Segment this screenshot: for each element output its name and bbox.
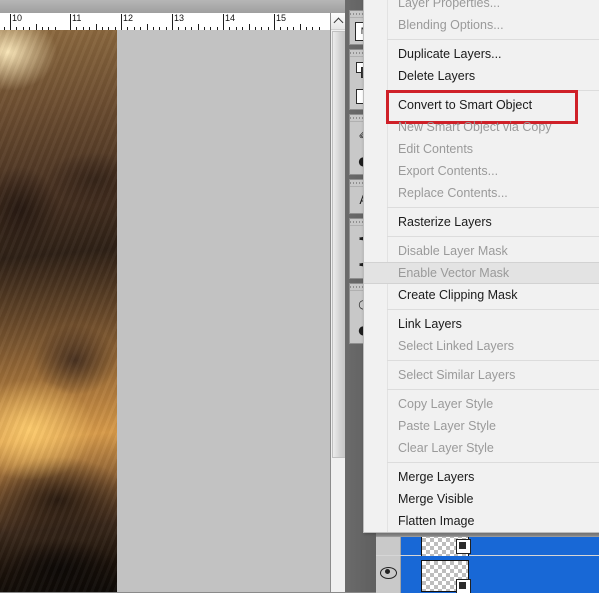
- menu-separator: [387, 309, 599, 310]
- menu-item-layer-properties[interactable]: Layer Properties...: [364, 0, 599, 14]
- menu-item-merge-visible[interactable]: Merge Visible: [364, 488, 599, 510]
- menu-item-select-similar-layers[interactable]: Select Similar Layers: [364, 364, 599, 386]
- menu-item-select-linked-layers[interactable]: Select Linked Layers: [364, 335, 599, 357]
- menu-separator: [387, 90, 599, 91]
- menu-item-merge-layers[interactable]: Merge Layers: [364, 466, 599, 488]
- ruler-major-tick: [223, 14, 224, 30]
- vector-mask-badge-icon: [456, 579, 471, 593]
- menu-separator: [387, 236, 599, 237]
- ruler-major-tick: [172, 14, 173, 30]
- canvas-area[interactable]: [0, 30, 330, 592]
- document-titlebar: [0, 0, 345, 14]
- menu-item-duplicate-layers[interactable]: Duplicate Layers...: [364, 43, 599, 65]
- layer-row[interactable]: wing三联网-SLIAN.COM: [376, 556, 599, 593]
- ruler-major-tick: [121, 14, 122, 30]
- ruler-label: 14: [225, 13, 235, 23]
- menu-item-new-smart-object-via-copy[interactable]: New Smart Object via Copy: [364, 116, 599, 138]
- menu-item-edit-contents[interactable]: Edit Contents: [364, 138, 599, 160]
- menu-item-link-layers[interactable]: Link Layers: [364, 313, 599, 335]
- ruler-major-tick: [70, 14, 71, 30]
- menu-separator: [387, 39, 599, 40]
- photoshop-window: 101112131415 M✐●A✒✒◑◐: [0, 0, 599, 592]
- ruler-major-tick: [274, 14, 275, 30]
- menu-item-enable-vector-mask[interactable]: Enable Vector Mask: [364, 262, 599, 284]
- scroll-up-button[interactable]: [331, 13, 346, 30]
- layers-panel[interactable]: wing三联网-SLIAN.COM: [376, 536, 599, 593]
- ruler-label: 11: [72, 13, 81, 23]
- menu-separator: [387, 462, 599, 463]
- menu-item-replace-contents[interactable]: Replace Contents...: [364, 182, 599, 204]
- menu-item-list: Layer Properties...Blending Options... Du…: [364, 0, 599, 532]
- ruler-label: 15: [276, 13, 286, 23]
- ruler-label: 13: [174, 13, 184, 23]
- chevron-up-icon: [334, 18, 344, 28]
- layer-visibility-column[interactable]: [376, 537, 401, 555]
- menu-item-clear-layer-style[interactable]: Clear Layer Style: [364, 437, 599, 459]
- vector-mask-badge-icon: [456, 539, 471, 554]
- ruler-label: 10: [12, 13, 22, 23]
- menu-item-flatten-image[interactable]: Flatten Image: [364, 510, 599, 532]
- menu-separator: [387, 207, 599, 208]
- menu-item-convert-to-smart-object[interactable]: Convert to Smart Object: [364, 94, 599, 116]
- menu-item-disable-layer-mask[interactable]: Disable Layer Mask: [364, 240, 599, 262]
- ruler-label: 12: [123, 13, 133, 23]
- layer-visibility-column[interactable]: [376, 556, 401, 593]
- menu-item-rasterize-layers[interactable]: Rasterize Layers: [364, 211, 599, 233]
- photo-grain-overlay: [0, 30, 117, 592]
- canvas-photo-sky: [0, 30, 117, 592]
- eye-icon[interactable]: [380, 567, 395, 577]
- menu-item-create-clipping-mask[interactable]: Create Clipping Mask: [364, 284, 599, 306]
- menu-separator: [387, 389, 599, 390]
- horizontal-ruler[interactable]: 10 11 12 13 14 15: [0, 13, 330, 31]
- menu-item-delete-layers[interactable]: Delete Layers: [364, 65, 599, 87]
- menu-separator: [387, 360, 599, 361]
- layer-row[interactable]: [376, 537, 599, 555]
- menu-item-export-contents[interactable]: Export Contents...: [364, 160, 599, 182]
- menu-item-blending-options[interactable]: Blending Options...: [364, 14, 599, 36]
- menu-item-paste-layer-style[interactable]: Paste Layer Style: [364, 415, 599, 437]
- menu-item-copy-layer-style[interactable]: Copy Layer Style: [364, 393, 599, 415]
- layers-context-menu[interactable]: Layer Properties...Blending Options... Du…: [363, 0, 599, 533]
- document-window: 10 11 12 13 14 15: [0, 0, 345, 592]
- vertical-scrollbar[interactable]: [330, 13, 346, 592]
